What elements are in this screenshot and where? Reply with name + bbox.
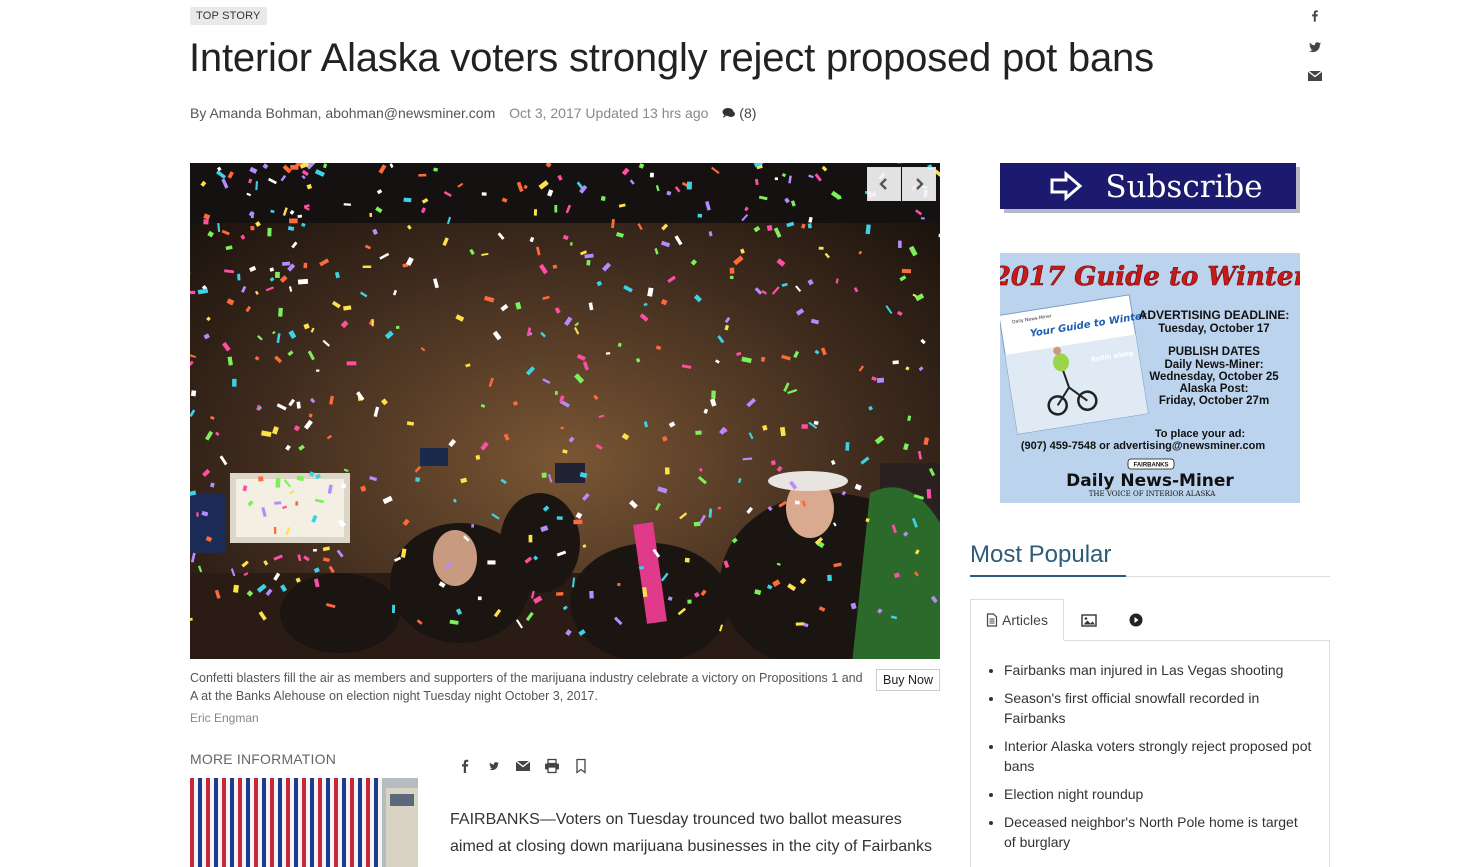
- subscribe-label: Subscribe: [1105, 169, 1262, 205]
- print-icon[interactable]: [543, 757, 560, 774]
- guide-to-winter-ad[interactable]: 2017 Guide to Winter Daily News-Miner Yo…: [1000, 253, 1300, 503]
- most-popular-item[interactable]: Election night roundup: [1004, 784, 1313, 804]
- document-icon: [986, 613, 998, 627]
- confetti-celebration-photo: [190, 163, 940, 659]
- tab-videos[interactable]: [1118, 599, 1154, 641]
- ad-masthead: Daily News-Miner: [1066, 471, 1234, 491]
- ad-contact-heading: To place your ad:: [1155, 428, 1245, 440]
- most-popular-item[interactable]: Season's first official snowfall recorde…: [1004, 688, 1313, 728]
- tab-articles-label: Articles: [1002, 612, 1048, 628]
- photo-caption: Confetti blasters fill the air as member…: [190, 671, 863, 703]
- email-icon[interactable]: [514, 757, 531, 774]
- article-headline: Interior Alaska voters strongly reject p…: [189, 36, 1154, 80]
- most-popular-item[interactable]: Fairbanks man injured in Las Vegas shoot…: [1004, 660, 1313, 680]
- bookmark-icon[interactable]: [572, 757, 589, 774]
- ad-publish-paper: Daily News-Miner:: [1164, 359, 1263, 371]
- ad-deadline-date: Tuesday, October 17: [1158, 323, 1269, 335]
- author[interactable]: By Amanda Bohman, abohman@newsminer.com: [190, 105, 495, 121]
- ad-tagline: THE VOICE OF INTERIOR ALASKA: [1089, 490, 1216, 498]
- article-tools: [456, 757, 589, 774]
- image-icon: [1081, 613, 1097, 627]
- subscribe-banner[interactable]: Subscribe: [1000, 163, 1300, 213]
- most-popular-list: Fairbanks man injured in Las Vegas shoot…: [971, 640, 1329, 852]
- ad-masthead-small: FAIRBANKS: [1133, 463, 1168, 469]
- ad-publish-paper-date: Wednesday, October 25: [1149, 371, 1279, 383]
- related-photo-thumbnail[interactable]: [190, 778, 418, 867]
- ad-contact: (907) 459-7548 or advertising@newsminer.…: [1021, 440, 1265, 452]
- tab-articles[interactable]: Articles: [970, 599, 1064, 641]
- more-information-heading: MORE INFORMATION: [190, 751, 337, 767]
- most-popular-tabs: Articles: [970, 599, 1330, 641]
- ad-deadline-heading: ADVERTISING DEADLINE:: [1139, 308, 1290, 322]
- article-body-paragraph: FAIRBANKS—Voters on Tuesday trounced two…: [450, 811, 933, 855]
- photo-credit: Eric Engman: [190, 711, 259, 725]
- most-popular-divider: [970, 575, 1330, 577]
- comments-icon: [722, 108, 736, 118]
- ad-title: 2017 Guide to Winter: [1000, 262, 1300, 292]
- ad-publish-heading: PUBLISH DATES: [1168, 346, 1260, 358]
- play-icon: [1129, 613, 1143, 627]
- comments-count: (8): [739, 105, 757, 121]
- facebook-icon[interactable]: [456, 757, 473, 774]
- voting-booth-photo: [190, 778, 418, 867]
- previous-photo-button[interactable]: [867, 167, 901, 201]
- share-rail: [1305, 8, 1325, 95]
- buy-now-button[interactable]: Buy Now: [876, 669, 940, 691]
- most-popular-item[interactable]: Interior Alaska voters strongly reject p…: [1004, 736, 1313, 776]
- top-story-badge[interactable]: TOP STORY: [190, 7, 267, 25]
- twitter-icon[interactable]: [1305, 37, 1325, 57]
- comments-link[interactable]: (8): [722, 105, 756, 121]
- publish-date: Oct 3, 2017 Updated 13 hrs ago: [509, 105, 709, 121]
- facebook-icon[interactable]: [1305, 8, 1325, 28]
- most-popular-item[interactable]: Deceased neighbor's North Pole home is t…: [1004, 812, 1313, 852]
- most-popular-heading: Most Popular: [970, 541, 1112, 568]
- chevron-left-icon: [879, 178, 887, 190]
- email-icon[interactable]: [1305, 66, 1325, 86]
- chevron-right-icon: [916, 178, 924, 190]
- tab-photos[interactable]: [1070, 599, 1108, 641]
- lead-photo[interactable]: [190, 163, 940, 659]
- ad-publish-post-date: Friday, October 27m: [1159, 395, 1269, 407]
- twitter-icon[interactable]: [485, 757, 502, 774]
- most-popular-articles-panel: Fairbanks man injured in Las Vegas shoot…: [970, 640, 1330, 867]
- next-photo-button[interactable]: [902, 167, 936, 201]
- byline: By Amanda Bohman, abohman@newsminer.com …: [190, 105, 756, 121]
- ad-publish-post: Alaska Post:: [1179, 383, 1248, 395]
